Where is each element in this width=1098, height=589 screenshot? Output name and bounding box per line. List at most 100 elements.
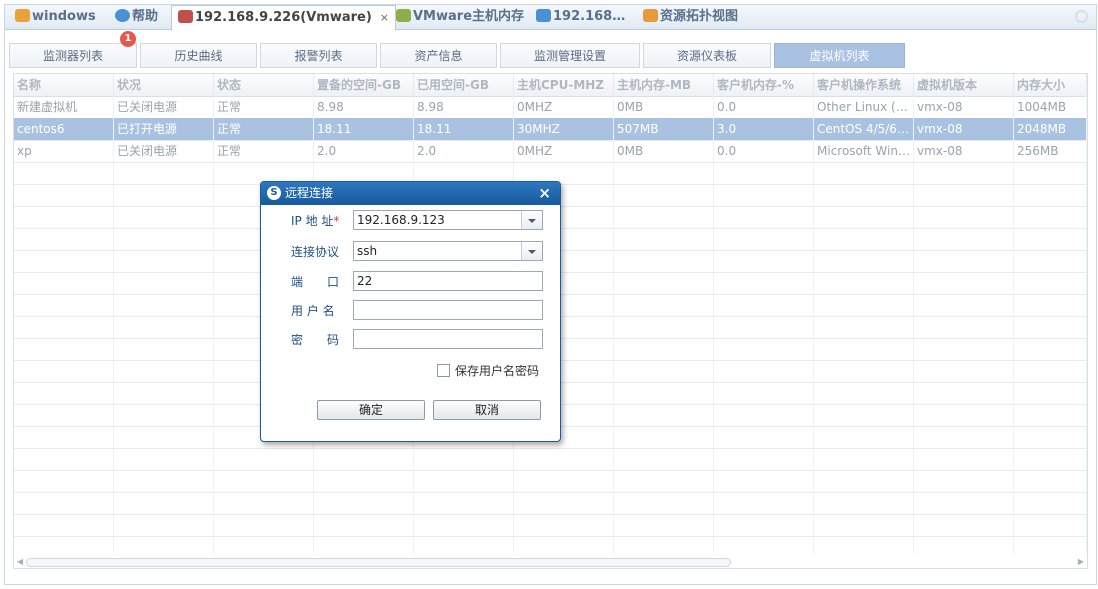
column-header[interactable]: 状态 — [214, 74, 314, 96]
table-row — [14, 470, 1087, 493]
tab-label: 报警列表 — [294, 49, 343, 63]
tab-label: 虚拟机列表 — [809, 49, 870, 63]
tab-label: 监测管理设置 — [533, 49, 606, 63]
save-credentials-label[interactable]: 保存用户名密码 — [455, 362, 539, 379]
app-frame: windows 帮助 192.168.9.226(Vmware) × VMware… — [4, 4, 1097, 585]
protocol-value: ssh — [357, 244, 378, 258]
table-cell: xp — [14, 140, 114, 162]
tab-label: 帮助 — [132, 9, 159, 24]
column-header[interactable]: 客户机操作系统 — [814, 74, 914, 96]
close-icon[interactable]: × — [380, 11, 389, 24]
chevron-down-icon[interactable] — [521, 242, 542, 260]
dialog-title: 远程连接 — [285, 186, 334, 200]
tab-network[interactable]: 192.168… — [536, 5, 625, 29]
table-row — [14, 492, 1087, 515]
tab-monitor-settings[interactable]: 监测管理设置 — [500, 43, 640, 68]
tab-vmware-memory[interactable]: VMware主机内存 — [396, 5, 524, 29]
gear-icon[interactable] — [1075, 10, 1088, 23]
tab-label: 192.168.9.226(Vmware) — [195, 10, 372, 25]
topology-icon — [643, 9, 658, 22]
grid-line — [213, 96, 214, 554]
chevron-down-icon[interactable] — [521, 211, 542, 229]
tab-help[interactable]: 帮助 — [115, 5, 158, 29]
table-cell: 0MB — [614, 96, 714, 118]
column-header[interactable]: 已用空间-GB — [414, 74, 514, 96]
column-header[interactable]: 主机CPU-MHZ — [514, 74, 614, 96]
app-logo-icon: S — [267, 186, 281, 200]
notification-badge: 1 — [120, 31, 136, 47]
password-input[interactable] — [353, 329, 543, 349]
table-cell: vmx-08 — [914, 140, 1014, 162]
tab-label: 监测器列表 — [42, 49, 103, 63]
column-header[interactable]: 置备的空间-GB — [314, 74, 414, 96]
table-row[interactable]: xp 已关闭电源 正常 2.0 2.0 0MHZ 0MB 0.0 Microsoft Win… v… — [14, 140, 1087, 163]
port-input[interactable]: 22 — [353, 271, 543, 291]
port-label: 端 口 — [291, 275, 340, 289]
grid-line — [613, 96, 614, 554]
table-cell: 18.11 — [414, 118, 514, 140]
table-cell: 已关闭电源 — [114, 140, 214, 162]
table-cell: 正常 — [214, 96, 314, 118]
horizontal-scrollbar[interactable]: ◀ ▶ — [14, 554, 1087, 568]
grid-line — [1013, 96, 1014, 554]
table-cell: vmx-08 — [914, 118, 1014, 140]
save-credentials-checkbox[interactable] — [437, 364, 450, 377]
tab-vmware-host[interactable]: 192.168.9.226(Vmware) × — [171, 5, 396, 31]
grid-line — [113, 96, 114, 554]
table-cell: Microsoft Win… — [814, 140, 914, 162]
tab-label: 资源拓扑视图 — [660, 9, 739, 24]
tab-resource-dashboard[interactable]: 资源仪表板 — [643, 43, 771, 68]
tab-monitor-list[interactable]: 监测器列表 — [9, 43, 137, 68]
protocol-label: 连接协议 — [291, 245, 340, 259]
username-label: 用 户 名 — [291, 304, 335, 318]
tab-vm-list[interactable]: 虚拟机列表 — [774, 43, 905, 68]
table-cell: 新建虚拟机 — [14, 96, 114, 118]
tab-label: 192.168… — [553, 9, 626, 24]
table-cell: 507MB — [614, 118, 714, 140]
column-header[interactable]: 主机内存-MB — [614, 74, 714, 96]
ip-value: 192.168.9.123 — [357, 213, 445, 227]
ip-label: IP 地 址* — [291, 214, 340, 228]
grid-line — [713, 96, 714, 554]
table-cell: vmx-08 — [914, 96, 1014, 118]
column-header[interactable]: 客户机内存-% — [714, 74, 814, 96]
column-header[interactable]: 状况 — [114, 74, 214, 96]
close-icon[interactable]: × — [538, 182, 551, 205]
memory-icon — [396, 9, 411, 22]
table-header: 名称 状况 状态 置备的空间-GB 已用空间-GB 主机CPU-MHZ 主机内存-MB 客户机… — [14, 74, 1087, 97]
grid-line — [1086, 96, 1087, 554]
scroll-right-icon[interactable]: ▶ — [1078, 557, 1084, 566]
grid-line — [913, 96, 914, 554]
tab-label: 资产信息 — [414, 49, 463, 63]
column-header[interactable]: 虚拟机版本 — [914, 74, 1014, 96]
network-icon — [536, 9, 551, 22]
tab-label: 资源仪表板 — [676, 49, 737, 63]
ip-address-combobox[interactable]: 192.168.9.123 — [353, 210, 543, 230]
scroll-left-icon[interactable]: ◀ — [17, 557, 23, 566]
protocol-select[interactable]: ssh — [353, 241, 543, 261]
cancel-button[interactable]: 取消 — [433, 400, 541, 420]
table-cell: 18.11 — [314, 118, 414, 140]
table-row — [14, 448, 1087, 471]
username-input[interactable] — [353, 300, 543, 320]
scrollbar-thumb[interactable] — [26, 558, 731, 567]
top-tab-bar: windows 帮助 192.168.9.226(Vmware) × VMware… — [5, 5, 1096, 31]
table-cell: 2.0 — [414, 140, 514, 162]
tab-alarm-list[interactable]: 报警列表 — [260, 43, 377, 68]
tab-history-curve[interactable]: 历史曲线 — [140, 43, 257, 68]
table-row[interactable]: 新建虚拟机 已关闭电源 正常 8.98 8.98 0MHZ 0MB 0.0 Other Linu… — [14, 96, 1087, 119]
vmware-host-icon — [178, 10, 193, 23]
ok-button[interactable]: 确定 — [317, 400, 425, 420]
tab-windows[interactable]: windows — [15, 5, 96, 29]
table-cell: 0MHZ — [514, 96, 614, 118]
tab-topology[interactable]: 资源拓扑视图 — [643, 5, 738, 29]
help-icon — [115, 9, 130, 22]
tab-asset-info[interactable]: 资产信息 — [380, 43, 497, 68]
column-header[interactable]: 名称 — [14, 74, 114, 96]
dialog-titlebar[interactable]: S 远程连接 × — [261, 182, 560, 205]
table-cell: 0.0 — [714, 140, 814, 162]
remote-connect-dialog: S 远程连接 × IP 地 址* 192.168.9.123 连接协议 ssh … — [260, 181, 561, 442]
column-header[interactable]: 内存大小 — [1014, 74, 1087, 96]
table-row[interactable]: centos6 已打开电源 正常 18.11 18.11 30MHZ 507MB 3.0 Cen… — [14, 118, 1087, 141]
tab-label: 历史曲线 — [174, 49, 223, 63]
